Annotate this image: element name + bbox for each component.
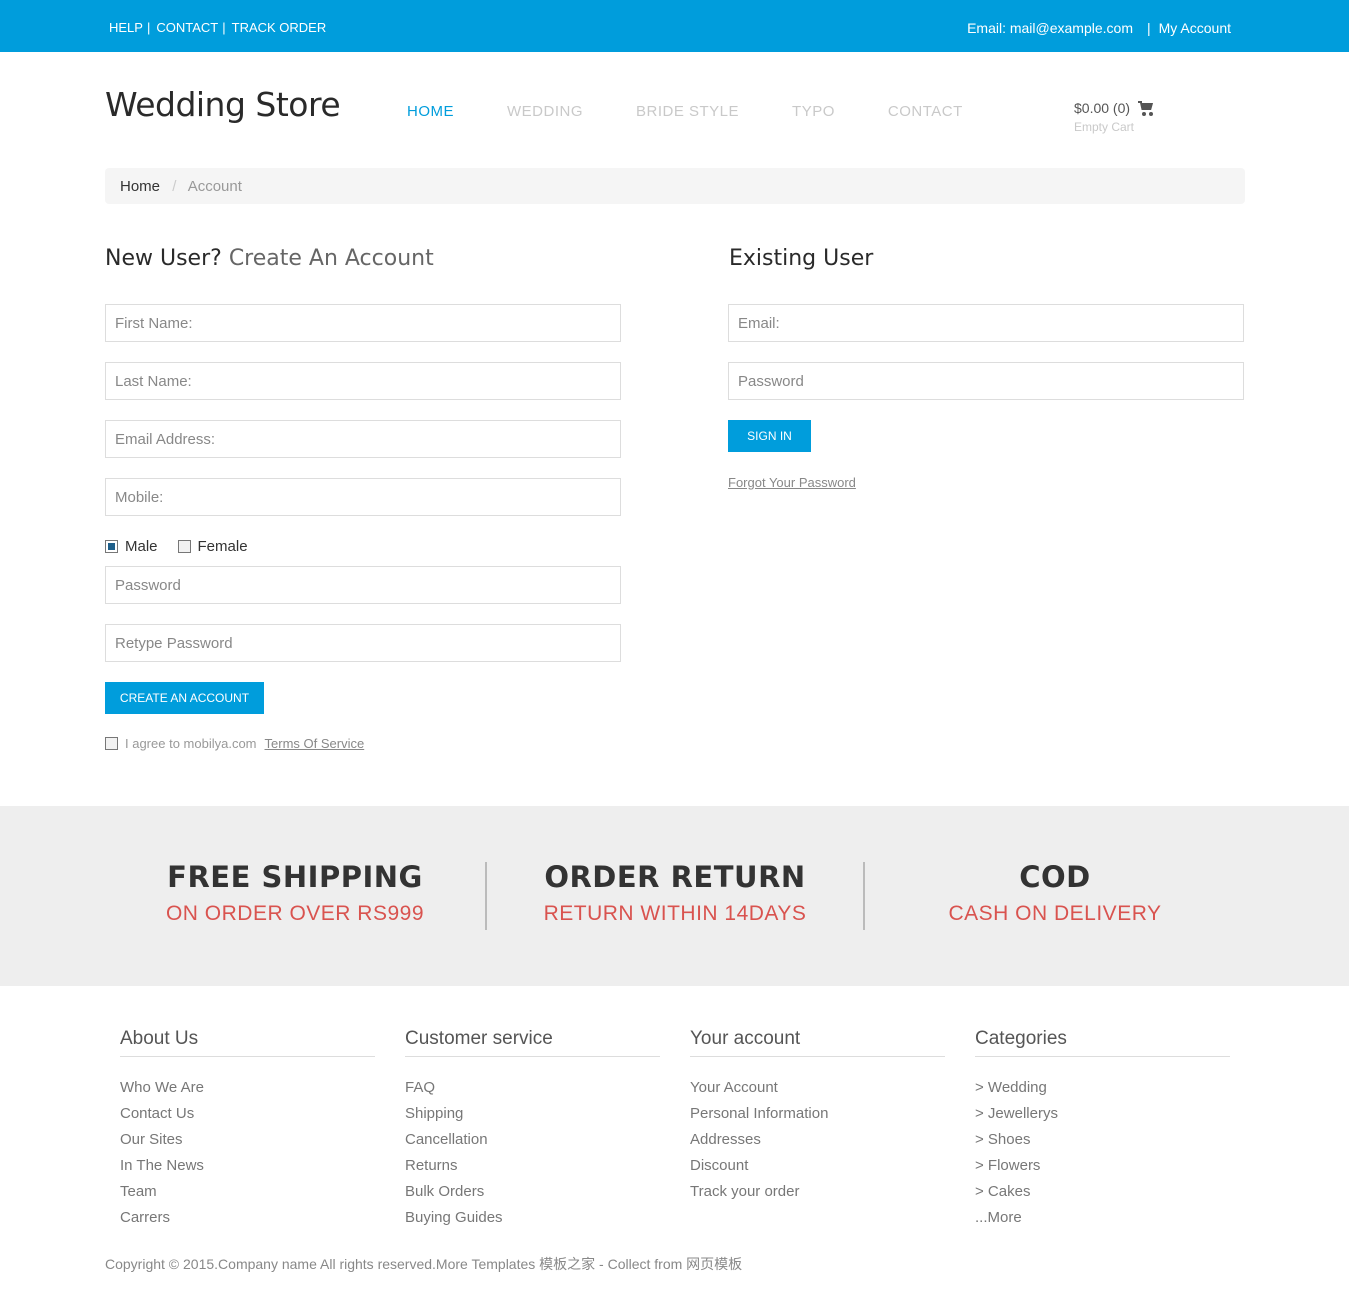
features-band: FREE SHIPPING ON ORDER OVER RS999 ORDER …: [0, 806, 1349, 986]
nav-wedding[interactable]: WEDDING: [507, 103, 583, 120]
site-logo[interactable]: Wedding Store: [105, 85, 341, 124]
footer-link[interactable]: > Flowers: [975, 1153, 1230, 1179]
shopping-cart-icon[interactable]: [1138, 101, 1154, 116]
footer-link[interactable]: > Jewellerys: [975, 1101, 1230, 1127]
footer-heading: About Us: [120, 1028, 375, 1057]
login-title: Existing User: [729, 246, 874, 271]
nav-home[interactable]: HOME: [407, 103, 454, 120]
copyright: Copyright © 2015.Company name All rights…: [105, 1256, 743, 1272]
footer-heading: Your account: [690, 1028, 945, 1057]
footer-link[interactable]: Contact Us: [120, 1101, 375, 1127]
footer-customer-service: Customer service FAQ Shipping Cancellati…: [405, 1028, 660, 1231]
email-address-field[interactable]: [105, 420, 621, 458]
feature-subtitle: CASH ON DELIVERY: [948, 902, 1162, 925]
top-link-separator: |: [146, 20, 151, 35]
mobile-field[interactable]: [105, 478, 621, 516]
footer-heading: Categories: [975, 1028, 1230, 1057]
feature-subtitle: ON ORDER OVER RS999: [165, 902, 425, 925]
male-label[interactable]: Male: [125, 538, 158, 555]
footer-link[interactable]: Buying Guides: [405, 1205, 660, 1231]
cart-amount[interactable]: $0.00 (0): [1074, 100, 1130, 116]
register-title-muted: Create An Account: [228, 246, 434, 271]
footer-link[interactable]: Shipping: [405, 1101, 660, 1127]
feature-divider: [863, 862, 865, 930]
gender-selector: Male Female: [105, 538, 268, 555]
footer-link[interactable]: ...More: [975, 1205, 1230, 1231]
footer-link[interactable]: Cancellation: [405, 1127, 660, 1153]
my-account-link[interactable]: My Account: [1159, 20, 1231, 36]
footer-link[interactable]: Team: [120, 1179, 375, 1205]
footer-link[interactable]: Bulk Orders: [405, 1179, 660, 1205]
sign-in-button[interactable]: SIGN IN: [728, 420, 811, 452]
nav-bride-style[interactable]: BRIDE STYLE: [636, 103, 739, 120]
register-title-strong: New User?: [105, 246, 222, 271]
first-name-field[interactable]: [105, 304, 621, 342]
feature-title: FREE SHIPPING: [167, 860, 423, 894]
terms-of-service-link[interactable]: Terms Of Service: [265, 736, 365, 751]
footer-link[interactable]: Discount: [690, 1153, 945, 1179]
breadcrumb-separator: /: [172, 178, 177, 195]
footer-about: About Us Who We Are Contact Us Our Sites…: [120, 1028, 375, 1231]
agree-checkbox[interactable]: [105, 737, 118, 750]
male-checkbox[interactable]: [105, 540, 118, 553]
top-bar: HELP | CONTACT | TRACK ORDER Email: mail…: [0, 0, 1349, 52]
track-order-link[interactable]: TRACK ORDER: [232, 20, 327, 35]
footer-link[interactable]: Personal Information: [690, 1101, 945, 1127]
retype-password-field[interactable]: [105, 624, 621, 662]
login-password-field[interactable]: [728, 362, 1244, 400]
password-field[interactable]: [105, 566, 621, 604]
footer-categories: Categories > Wedding > Jewellerys > Shoe…: [975, 1028, 1230, 1231]
feature-title: COD: [1019, 860, 1091, 894]
footer-link[interactable]: > Wedding: [975, 1075, 1230, 1101]
login-email-field[interactable]: [728, 304, 1244, 342]
footer-link[interactable]: Your Account: [690, 1075, 945, 1101]
footer-link[interactable]: FAQ: [405, 1075, 660, 1101]
feature-free-shipping: FREE SHIPPING ON ORDER OVER RS999: [106, 860, 484, 926]
top-right: Email: mail@example.com | My Account: [967, 20, 1231, 36]
footer-your-account: Your account Your Account Personal Infor…: [690, 1028, 945, 1205]
footer-link[interactable]: Our Sites: [120, 1127, 375, 1153]
help-link[interactable]: HELP: [109, 20, 143, 35]
breadcrumb-home[interactable]: Home: [120, 178, 160, 195]
female-label[interactable]: Female: [198, 538, 248, 555]
forgot-password-link[interactable]: Forgot Your Password: [728, 475, 856, 490]
contact-email[interactable]: Email: mail@example.com: [967, 20, 1133, 36]
top-links: HELP | CONTACT | TRACK ORDER: [109, 20, 326, 35]
last-name-field[interactable]: [105, 362, 621, 400]
nav-typo[interactable]: TYPO: [792, 103, 835, 120]
feature-order-return: ORDER RETURN RETURN WITHIN 14DAYS: [486, 860, 864, 926]
terms-agreement: I agree to mobilya.com Terms Of Service: [105, 736, 364, 751]
agree-label: I agree to mobilya.com: [125, 736, 257, 751]
footer-link[interactable]: > Cakes: [975, 1179, 1230, 1205]
footer-link[interactable]: Track your order: [690, 1179, 945, 1205]
female-checkbox[interactable]: [177, 540, 191, 553]
contact-link[interactable]: CONTACT: [156, 20, 218, 35]
main-nav: HOME WEDDING BRIDE STYLE TYPO CONTACT: [407, 103, 1016, 120]
breadcrumb-current: Account: [187, 178, 242, 195]
footer-link[interactable]: In The News: [120, 1153, 375, 1179]
feature-cod: COD CASH ON DELIVERY: [866, 860, 1244, 926]
feature-title: ORDER RETURN: [544, 860, 806, 894]
top-link-separator: |: [222, 20, 226, 35]
top-link-separator: |: [1146, 20, 1151, 36]
footer-link[interactable]: Carrers: [120, 1205, 375, 1231]
footer-link[interactable]: Addresses: [690, 1127, 945, 1153]
footer-heading: Customer service: [405, 1028, 660, 1057]
create-account-button[interactable]: CREATE AN ACCOUNT: [105, 682, 264, 714]
footer-link[interactable]: Who We Are: [120, 1075, 375, 1101]
feature-subtitle: RETURN WITHIN 14DAYS: [543, 902, 807, 925]
breadcrumb: Home / Account: [105, 168, 1245, 204]
nav-contact[interactable]: CONTACT: [888, 103, 963, 120]
cart-widget[interactable]: $0.00 (0) Empty Cart: [1074, 100, 1154, 134]
footer-link[interactable]: Returns: [405, 1153, 660, 1179]
footer-link[interactable]: > Shoes: [975, 1127, 1230, 1153]
cart-status: Empty Cart: [1074, 120, 1135, 134]
register-title: New User? Create An Account: [105, 246, 434, 271]
